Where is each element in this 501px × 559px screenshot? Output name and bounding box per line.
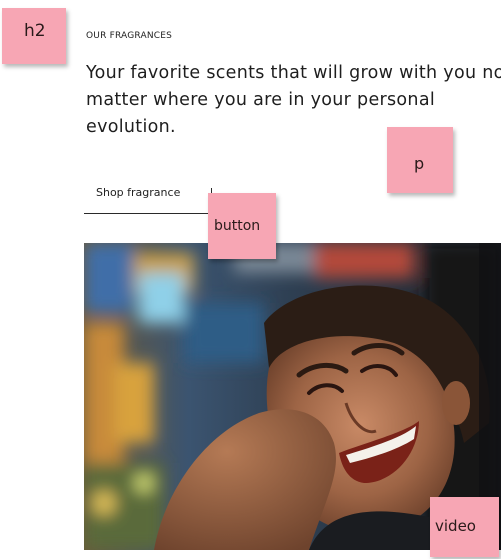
annotation-note-video: video	[430, 497, 499, 557]
shop-fragrance-button[interactable]: Shop fragrance	[84, 170, 212, 214]
annotation-label: h2	[24, 21, 46, 41]
annotation-note-button: button	[208, 193, 276, 259]
ear	[442, 381, 470, 425]
annotation-note-h2: h2	[2, 8, 66, 64]
annotation-label: p	[414, 154, 425, 173]
annotation-label: video	[435, 517, 476, 535]
annotation-note-p: p	[387, 127, 453, 193]
shop-fragrance-button-label: Shop fragrance	[96, 186, 181, 199]
fragrance-section: h2 OUR FRAGRANCES Your favorite scents t…	[0, 0, 501, 559]
section-eyebrow-heading: OUR FRAGRANCES	[86, 31, 173, 41]
annotation-label: button	[214, 218, 261, 234]
